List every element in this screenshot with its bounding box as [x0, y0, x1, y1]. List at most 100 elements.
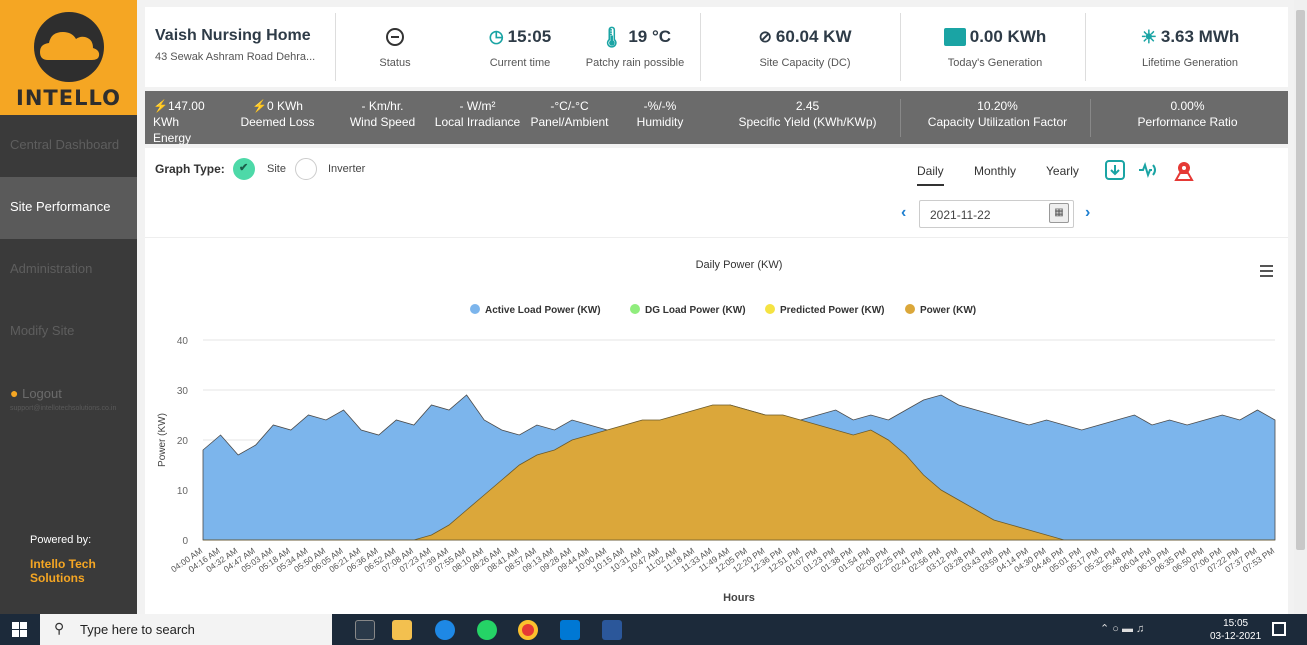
- signal-icon[interactable]: [1137, 160, 1159, 185]
- outlook-icon[interactable]: [560, 620, 580, 640]
- word-icon[interactable]: [602, 620, 622, 640]
- solar-panel-icon: ⊘: [758, 29, 772, 46]
- cuf-label: Capacity Utilization Factor: [927, 115, 1068, 129]
- sidebar: INTELLO Central Dashboard Site Performan…: [0, 0, 137, 614]
- sidebar-item-central-dashboard[interactable]: Central Dashboard: [0, 115, 137, 177]
- next-date-button[interactable]: ›: [1085, 204, 1090, 222]
- legend-marker: [905, 304, 915, 314]
- site-name: Vaish Nursing Home: [155, 27, 311, 44]
- irradiance-metric: - W/m² Local Irradiance: [430, 98, 525, 130]
- tab-daily[interactable]: Daily: [917, 164, 944, 186]
- site-header: Vaish Nursing Home 43 Sewak Ashram Road …: [145, 7, 1288, 87]
- power-chart: Daily Power (KW) Active Load Power (KW) DG…: [145, 240, 1288, 612]
- humidity-value: -%/-%: [643, 99, 677, 113]
- calendar-icon: [943, 28, 966, 46]
- chrome-icon[interactable]: [518, 620, 538, 640]
- bolt-icon: ⚡: [252, 99, 267, 113]
- temperature-value: 19 °C: [628, 27, 672, 46]
- powered-by-label: Powered by:: [30, 534, 92, 546]
- user-icon: ●: [10, 385, 19, 401]
- today-generation-stat: 0.00 KWh Today's Generation: [915, 25, 1075, 69]
- legend-item: Power (KW): [920, 305, 976, 316]
- humidity-label: Humidity: [636, 115, 684, 129]
- y-tick-label: 10: [177, 486, 189, 497]
- system-tray-icons[interactable]: ⌃ ○ ▬ ♫: [1100, 622, 1144, 635]
- specific-yield-label: Specific Yield (KWh/KWp): [738, 115, 877, 129]
- legend-item: DG Load Power (KW): [645, 305, 746, 316]
- time-label: Current time: [489, 57, 551, 69]
- edge-icon[interactable]: [435, 620, 455, 640]
- time-value: 15:05: [507, 27, 552, 46]
- y-tick-label: 20: [177, 436, 189, 447]
- notification-icon[interactable]: [1272, 622, 1286, 636]
- sidebar-item-modify-site[interactable]: Modify Site: [0, 301, 137, 363]
- download-icon[interactable]: [1105, 160, 1125, 185]
- tab-yearly[interactable]: Yearly: [1046, 164, 1079, 178]
- weather-label: Patchy rain possible: [585, 57, 685, 69]
- clock-icon: ◷: [488, 27, 504, 46]
- panel-ambient-label: Panel/Ambient: [530, 115, 609, 129]
- specific-yield-metric: 2.45 Specific Yield (KWh/KWp): [720, 98, 895, 130]
- irradiance-label: Local Irradiance: [434, 115, 521, 129]
- logo-text: INTELLO: [16, 86, 121, 110]
- y-tick-label: 30: [177, 386, 189, 397]
- y-tick-label: 0: [182, 536, 188, 547]
- lifetime-generation-stat: ☀ 3.63 MWh Lifetime Generation: [1105, 25, 1275, 70]
- deemed-loss-value: 0 KWh: [266, 99, 303, 113]
- lifetime-generation-label: Lifetime Generation: [1142, 57, 1238, 69]
- sidebar-item-administration[interactable]: Administration: [0, 239, 137, 301]
- menu-icon[interactable]: [1260, 265, 1273, 277]
- energy-label: Energy: [153, 131, 192, 144]
- tab-monthly[interactable]: Monthly: [974, 164, 1016, 178]
- wind-speed-metric: - Km/hr. Wind Speed: [345, 98, 420, 130]
- site-radio-label: Site: [267, 163, 286, 175]
- capacity-value: 60.04 KW: [775, 27, 852, 46]
- legend-marker: [470, 304, 480, 314]
- y-axis-label: Power (KW): [157, 413, 168, 467]
- metrics-bar: ⚡147.00 KWh Energy ⚡0 KWh Deemed Loss - …: [145, 91, 1288, 144]
- clock-date: 03-12-2021: [1210, 631, 1262, 642]
- prev-date-button[interactable]: ‹: [901, 204, 906, 222]
- status-label: Status: [379, 57, 411, 69]
- legend-item: Predicted Power (KW): [780, 305, 884, 316]
- site-address: 43 Sewak Ashram Road Dehra...: [155, 51, 316, 63]
- energy-metric: ⚡147.00 KWh Energy: [153, 98, 223, 144]
- scrollbar-thumb[interactable]: [1296, 10, 1305, 550]
- performance-ratio-value: 0.00%: [1170, 99, 1205, 113]
- site-radio[interactable]: ✔: [233, 158, 255, 180]
- check-icon: ✔: [239, 162, 249, 174]
- task-view-icon[interactable]: [355, 620, 375, 640]
- weather-stat: 🌡 19 °C Patchy rain possible: [575, 25, 695, 70]
- performance-ratio-metric: 0.00% Performance Ratio: [1100, 98, 1275, 130]
- wind-speed-value: - Km/hr.: [361, 99, 404, 113]
- cloud-logo-icon: [34, 12, 104, 82]
- legend-item: Active Load Power (KW): [485, 305, 601, 316]
- calendar-icon[interactable]: ▦: [1049, 203, 1069, 223]
- whatsapp-icon[interactable]: [477, 620, 497, 640]
- capacity-stat: ⊘ 60.04 KW Site Capacity (DC): [725, 25, 885, 69]
- panel-ambient-metric: -°C/-°C Panel/Ambient: [527, 98, 612, 130]
- wind-speed-label: Wind Speed: [349, 115, 416, 129]
- irradiance-value: - W/m²: [459, 99, 496, 113]
- y-tick-label: 40: [177, 336, 189, 347]
- file-explorer-icon[interactable]: [392, 620, 412, 640]
- windows-start-icon[interactable]: [12, 622, 27, 637]
- panel-ambient-value: -°C/-°C: [550, 99, 589, 113]
- taskbar-search[interactable]: ⚲ Type here to search: [40, 614, 332, 645]
- today-generation-value: 0.00 KWh: [969, 27, 1047, 46]
- search-placeholder: Type here to search: [80, 622, 195, 637]
- humidity-metric: -%/-% Humidity: [625, 98, 695, 130]
- clock-time: 15:05: [1223, 618, 1249, 629]
- deemed-loss-metric: ⚡0 KWh Deemed Loss: [235, 98, 320, 130]
- location-alert-icon[interactable]: [1173, 160, 1195, 187]
- logout-link[interactable]: ● Logout: [10, 385, 62, 401]
- taskbar-clock[interactable]: 15:05 03-12-2021: [1210, 617, 1261, 643]
- inverter-radio-label: Inverter: [328, 163, 366, 175]
- sidebar-item-site-performance[interactable]: Site Performance: [0, 177, 137, 239]
- logo: INTELLO: [0, 0, 137, 115]
- inverter-radio[interactable]: [295, 158, 317, 180]
- graph-type-label: Graph Type:: [155, 162, 225, 176]
- company-name: Intello Tech Solutions: [30, 557, 96, 585]
- x-axis-label: Hours: [723, 592, 755, 604]
- status-icon: [386, 28, 404, 46]
